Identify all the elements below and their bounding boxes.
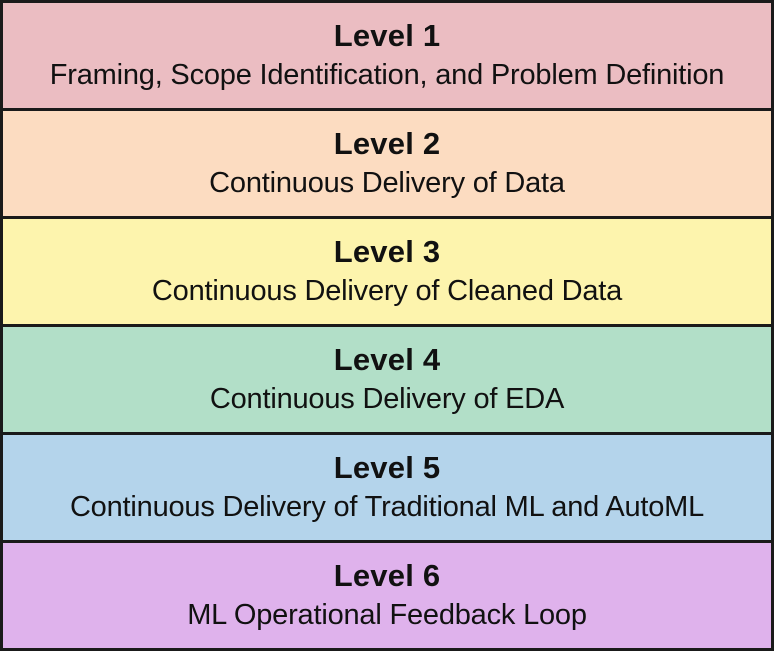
level-4-title: Level 4	[333, 341, 441, 377]
level-5-description: Continuous Delivery of Traditional ML an…	[69, 490, 705, 523]
level-4-block: Level 4 Continuous Delivery of EDA	[0, 324, 774, 435]
level-2-description: Continuous Delivery of Data	[209, 166, 565, 199]
ml-maturity-levels-diagram: Level 1 Framing, Scope Identification, a…	[0, 0, 774, 651]
level-5-title: Level 5	[333, 449, 441, 485]
level-3-block: Level 3 Continuous Delivery of Cleaned D…	[0, 216, 774, 327]
level-6-block: Level 6 ML Operational Feedback Loop	[0, 540, 774, 651]
level-1-block: Level 1 Framing, Scope Identification, a…	[0, 0, 774, 111]
level-2-block: Level 2 Continuous Delivery of Data	[0, 108, 774, 219]
level-2-title: Level 2	[333, 125, 441, 161]
level-6-description: ML Operational Feedback Loop	[187, 598, 587, 631]
level-6-title: Level 6	[333, 557, 441, 593]
level-5-block: Level 5 Continuous Delivery of Tradition…	[0, 432, 774, 543]
level-3-title: Level 3	[333, 233, 441, 269]
level-1-title: Level 1	[333, 17, 441, 53]
level-1-description: Framing, Scope Identification, and Probl…	[49, 58, 725, 91]
level-4-description: Continuous Delivery of EDA	[209, 382, 565, 415]
level-3-description: Continuous Delivery of Cleaned Data	[151, 274, 623, 307]
